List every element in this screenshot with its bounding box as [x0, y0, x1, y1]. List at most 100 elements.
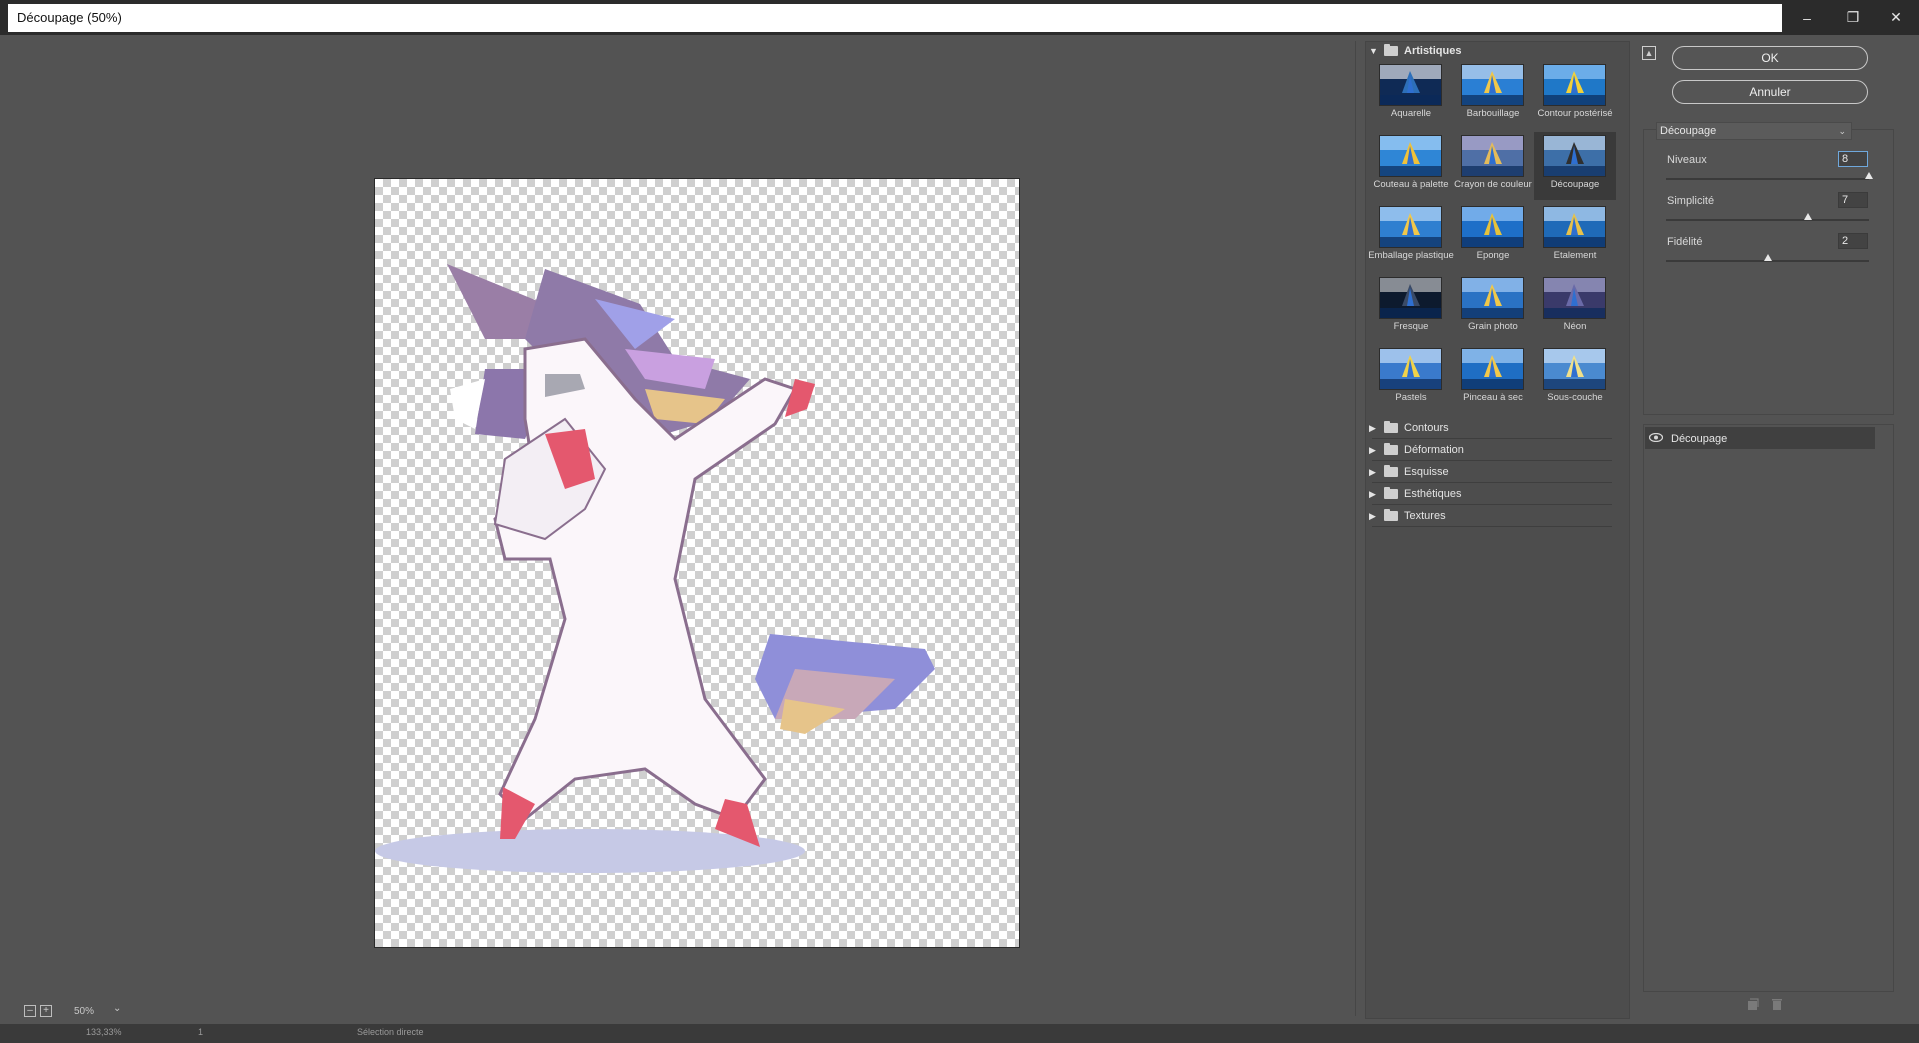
- folder-icon: [1384, 487, 1398, 499]
- category-textures[interactable]: ▶ Textures: [1369, 509, 1446, 522]
- window-title: Découpage (50%): [17, 10, 122, 25]
- category-label: Textures: [1404, 510, 1446, 522]
- folder-icon: [1384, 465, 1398, 477]
- divider: [1372, 504, 1612, 505]
- collapsed-triangle-icon: ▶: [1369, 422, 1376, 433]
- expanded-triangle-icon: ▼: [1369, 46, 1378, 56]
- category-label: Esthétiques: [1404, 488, 1462, 500]
- simplicite-slider-thumb[interactable]: [1804, 213, 1813, 220]
- filter-label: Aquarelle: [1390, 108, 1432, 119]
- category-artistiques[interactable]: ▼ Artistiques: [1369, 44, 1462, 57]
- effect-layers-box: [1643, 424, 1894, 992]
- filter-thumb[interactable]: Pastels: [1370, 345, 1452, 413]
- niveaux-slider[interactable]: [1666, 178, 1869, 180]
- title-bar: Découpage (50%) – ❐ ✕: [0, 0, 1919, 35]
- delete-effect-layer-icon[interactable]: [1771, 998, 1783, 1011]
- filter-preview-image: [1543, 348, 1606, 390]
- filter-select-value: Découpage: [1660, 125, 1717, 137]
- app-tool: Sélection directe: [357, 1027, 424, 1037]
- niveaux-slider-thumb[interactable]: [1865, 172, 1873, 179]
- niveaux-label: Niveaux: [1667, 154, 1707, 166]
- filter-thumb[interactable]: Découpage: [1534, 132, 1616, 200]
- zoom-in-button[interactable]: +: [40, 1005, 52, 1017]
- filter-thumb[interactable]: Contour postérisé: [1534, 61, 1616, 129]
- filter-preview-image: [1543, 277, 1606, 319]
- filter-preview-image: [1379, 277, 1442, 319]
- filter-thumb[interactable]: Crayon de couleur: [1452, 132, 1534, 200]
- new-effect-layer-icon[interactable]: [1747, 998, 1759, 1011]
- filter-label: Sous-couche: [1547, 392, 1603, 403]
- left-edge: [0, 35, 10, 1035]
- filter-label: Crayon de couleur: [1454, 179, 1532, 190]
- filter-label: Emballage plastique: [1368, 250, 1454, 261]
- zoom-out-button[interactable]: –: [24, 1005, 36, 1017]
- restore-icon[interactable]: ❐: [1830, 0, 1876, 35]
- filter-thumb[interactable]: Néon: [1534, 274, 1616, 342]
- cancel-button[interactable]: Annuler: [1672, 80, 1868, 104]
- collapse-gallery-icon[interactable]: ▲: [1642, 46, 1656, 60]
- filter-thumb[interactable]: Emballage plastique: [1368, 203, 1454, 271]
- simplicite-slider[interactable]: [1666, 219, 1869, 221]
- filter-thumb[interactable]: Eponge: [1452, 203, 1534, 271]
- effect-layer-name: Découpage: [1671, 433, 1728, 445]
- category-label: Déformation: [1404, 444, 1464, 456]
- filter-preview-image: [1379, 348, 1442, 390]
- filter-preview-image: [1543, 135, 1606, 177]
- filter-thumb[interactable]: Couteau à palette: [1370, 132, 1452, 200]
- app-status-bar: [0, 1024, 1919, 1043]
- category-contours[interactable]: ▶ Contours: [1369, 421, 1449, 434]
- filter-preview-image: [1461, 64, 1524, 106]
- filter-select[interactable]: Découpage ⌄: [1656, 122, 1852, 140]
- filter-preview-image: [1461, 348, 1524, 390]
- filter-thumb[interactable]: Pinceau à sec: [1452, 345, 1534, 413]
- category-deformation[interactable]: ▶ Déformation: [1369, 443, 1464, 456]
- folder-icon: [1384, 509, 1398, 521]
- fidelite-slider-thumb[interactable]: [1763, 254, 1772, 261]
- filter-thumb[interactable]: Sous-couche: [1534, 345, 1616, 413]
- ok-button[interactable]: OK: [1672, 46, 1868, 70]
- filter-preview-image: [1379, 206, 1442, 248]
- filter-label: Barbouillage: [1466, 108, 1520, 119]
- divider: [1372, 460, 1612, 461]
- niveaux-input[interactable]: 8: [1838, 151, 1868, 167]
- category-esthetiques[interactable]: ▶ Esthétiques: [1369, 487, 1462, 500]
- filter-preview-image: [1461, 277, 1524, 319]
- category-esquisse[interactable]: ▶ Esquisse: [1369, 465, 1449, 478]
- preview-canvas[interactable]: [374, 178, 1020, 948]
- filter-thumb[interactable]: Etalement: [1534, 203, 1616, 271]
- eye-icon[interactable]: [1649, 433, 1663, 442]
- divider: [1372, 438, 1612, 439]
- collapsed-triangle-icon: ▶: [1369, 488, 1376, 499]
- fidelite-input[interactable]: 2: [1838, 233, 1868, 249]
- filter-preview-image: [1543, 206, 1606, 248]
- chevron-down-icon: ⌄: [1838, 126, 1846, 136]
- filter-thumb[interactable]: Grain photo: [1452, 274, 1534, 342]
- folder-icon: [1384, 421, 1398, 433]
- filter-thumb[interactable]: Fresque: [1370, 274, 1452, 342]
- collapsed-triangle-icon: ▶: [1369, 510, 1376, 521]
- filter-label: Eponge: [1476, 250, 1510, 261]
- filter-preview-image: [1461, 135, 1524, 177]
- category-label: Artistiques: [1404, 45, 1462, 57]
- filter-label: Fresque: [1393, 321, 1429, 332]
- filter-label: Pastels: [1395, 392, 1427, 403]
- preview-area: [18, 41, 1356, 1016]
- filter-label: Contour postérisé: [1537, 108, 1613, 119]
- zoom-dropdown-icon[interactable]: ⌄: [113, 1003, 121, 1014]
- simplicite-input[interactable]: 7: [1838, 192, 1868, 208]
- divider: [1372, 482, 1612, 483]
- app-zoom: 133,33%: [86, 1027, 122, 1037]
- filter-preview-image: [1461, 206, 1524, 248]
- zoom-level[interactable]: 50%: [74, 1006, 94, 1017]
- filter-label: Pinceau à sec: [1463, 392, 1523, 403]
- fidelite-label: Fidélité: [1667, 236, 1703, 248]
- app-page: 1: [198, 1027, 204, 1037]
- filter-thumb[interactable]: Barbouillage: [1452, 61, 1534, 129]
- close-icon[interactable]: ✕: [1873, 0, 1919, 35]
- minimize-icon[interactable]: –: [1784, 0, 1830, 35]
- filter-label: Couteau à palette: [1373, 179, 1449, 190]
- divider: [1372, 526, 1612, 527]
- parameters-box: [1643, 129, 1894, 415]
- filter-thumb[interactable]: Aquarelle: [1370, 61, 1452, 129]
- category-label: Contours: [1404, 422, 1449, 434]
